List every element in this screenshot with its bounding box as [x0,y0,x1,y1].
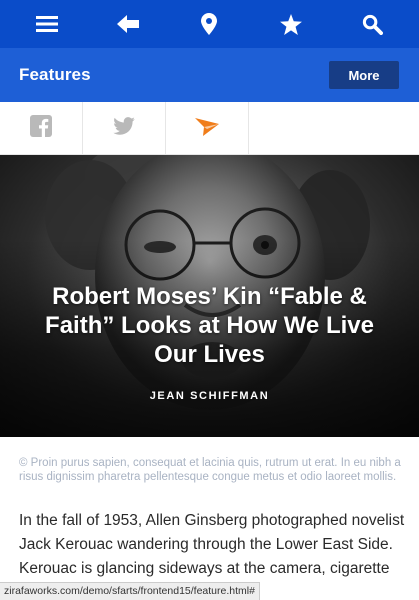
send-share-button[interactable] [166,102,249,154]
location-button[interactable] [179,0,239,48]
facebook-share-button[interactable] [0,102,83,154]
star-icon [279,13,302,35]
share-bar [0,102,419,155]
article-byline: JEAN SCHIFFMAN [149,390,270,402]
back-arrow-icon [117,15,140,33]
twitter-icon [113,116,135,140]
more-button[interactable]: More [329,61,399,89]
top-nav-bar [0,0,419,48]
search-button[interactable] [342,0,402,48]
status-url: zirafaworks.com/demo/sfarts/frontend15/f… [0,582,260,600]
back-button[interactable] [98,0,158,48]
send-icon [195,116,219,141]
section-title: Features [19,65,91,84]
photo-caption: © Proin purus sapien, consequat et lacin… [19,457,401,483]
search-icon [362,14,383,35]
favorites-button[interactable] [261,0,321,48]
menu-button[interactable] [17,0,77,48]
section-header: Features More [0,48,419,102]
location-pin-icon [201,13,218,35]
facebook-icon [30,114,52,142]
hero-image[interactable]: Robert Moses’ Kin “Fable & Faith” Looks … [0,155,419,437]
article-headline[interactable]: Robert Moses’ Kin “Fable & Faith” Looks … [30,282,389,369]
menu-icon [35,15,58,33]
twitter-share-button[interactable] [83,102,166,154]
